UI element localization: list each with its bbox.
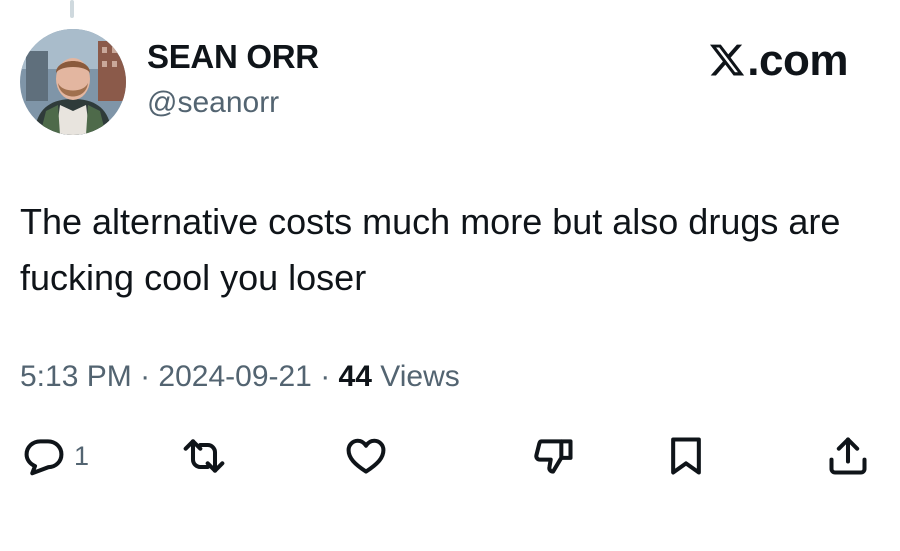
heart-icon xyxy=(346,438,386,474)
avatar-photo xyxy=(20,29,126,135)
meta-separator: · xyxy=(131,360,159,393)
views-label: Views xyxy=(371,360,460,393)
author-handle[interactable]: @seanorr xyxy=(147,86,279,120)
thumbs-down-icon xyxy=(534,439,573,474)
thread-line xyxy=(70,0,74,18)
x-brand: .com xyxy=(708,36,848,86)
action-bar: 1 xyxy=(0,430,900,482)
share-icon xyxy=(829,437,867,475)
x-logo-icon xyxy=(710,44,745,76)
views-count: 44 xyxy=(338,360,372,393)
meta-separator: · xyxy=(311,360,339,393)
brand-domain: .com xyxy=(747,36,848,85)
tweet-time[interactable]: 5:13 PM xyxy=(20,360,132,393)
retweet-button[interactable] xyxy=(182,430,226,482)
bookmark-icon xyxy=(671,437,701,475)
retweet-icon xyxy=(183,439,225,473)
reply-button[interactable]: 1 xyxy=(22,430,89,482)
tweet-date[interactable]: 2024-09-21 xyxy=(158,360,311,393)
downvote-button[interactable] xyxy=(532,430,576,482)
share-button[interactable] xyxy=(826,430,870,482)
bookmark-button[interactable] xyxy=(664,430,708,482)
avatar[interactable] xyxy=(20,29,126,135)
tweet-meta: 5:13 PM · 2024-09-21 · 44 Views xyxy=(20,360,460,394)
author-display-name[interactable]: SEAN ORR xyxy=(147,38,319,76)
tweet-text: The alternative costs much more but also… xyxy=(20,201,841,298)
reply-icon xyxy=(24,439,64,476)
reply-count: 1 xyxy=(74,440,90,471)
like-button[interactable] xyxy=(344,430,388,482)
